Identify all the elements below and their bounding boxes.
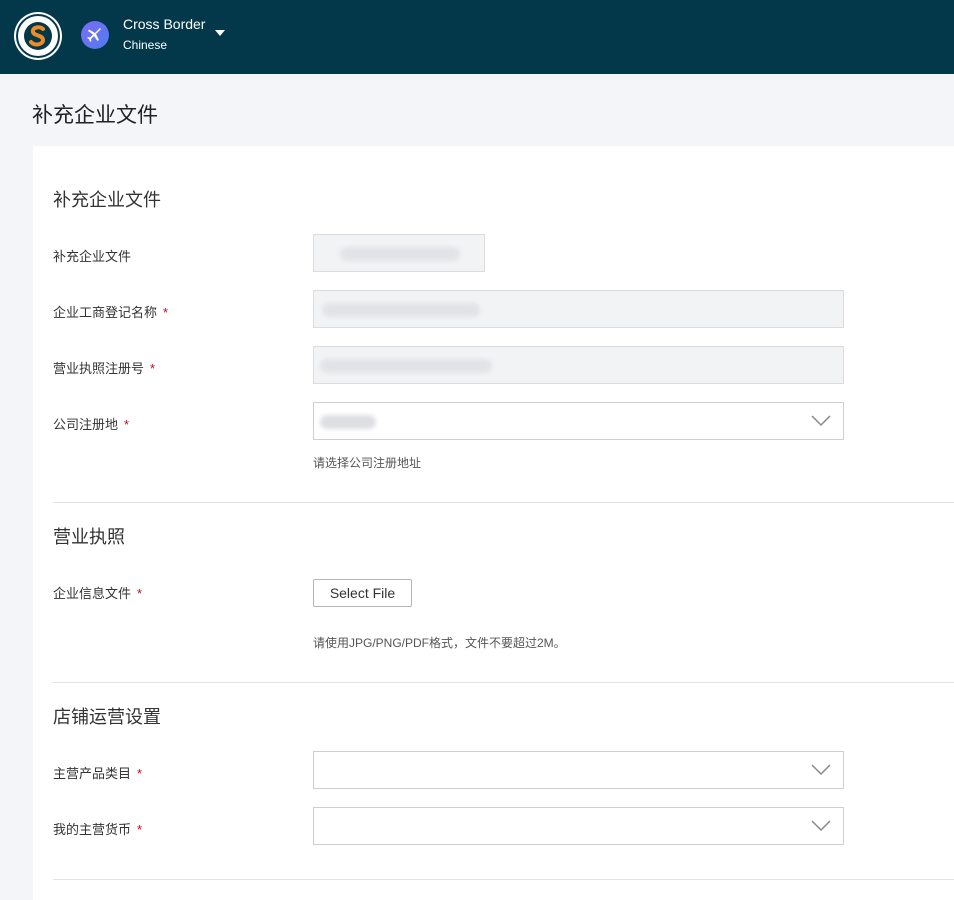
main-category-label: 主营产品类目 * <box>53 763 142 782</box>
required-marker: * <box>150 361 156 376</box>
redacted-value <box>320 415 376 429</box>
page-title: 补充企业文件 <box>32 104 158 127</box>
registration-place-hint: 请选择公司注册地址 <box>313 456 422 470</box>
shop-logo-icon[interactable] <box>16 14 60 58</box>
business-name-label-text: 企业工商登记名称 <box>53 305 158 320</box>
airplane-icon[interactable] <box>81 21 109 49</box>
store-language[interactable]: Chinese <box>123 38 167 52</box>
chevron-down-icon[interactable] <box>811 763 831 777</box>
registration-place-label-text: 公司注册地 <box>53 417 119 432</box>
section-divider <box>53 879 954 880</box>
business-name-field[interactable] <box>313 290 844 328</box>
license-number-label: 营业执照注册号 * <box>53 358 155 377</box>
store-name[interactable]: Cross Border <box>123 16 205 32</box>
license-number-field[interactable] <box>313 346 844 384</box>
redacted-value <box>322 303 480 317</box>
redacted-value <box>320 359 492 373</box>
chevron-down-icon[interactable] <box>811 819 831 833</box>
main-category-label-text: 主营产品类目 <box>53 766 132 781</box>
section-title-company-docs: 补充企业文件 <box>53 190 161 210</box>
section-title-business-license: 营业执照 <box>53 527 125 547</box>
required-marker: * <box>137 586 143 601</box>
section-title-store-settings: 店铺运营设置 <box>53 707 161 727</box>
required-marker: * <box>163 305 169 320</box>
supplement-docs-label-text: 补充企业文件 <box>53 249 132 264</box>
supplement-docs-field[interactable] <box>313 234 485 272</box>
form-card: 补充企业文件 补充企业文件 企业工商登记名称 * 营业执照注册号 * 公司注册地 * … <box>33 146 954 900</box>
main-currency-select[interactable] <box>313 807 844 845</box>
main-currency-label-text: 我的主营货币 <box>53 822 132 837</box>
chevron-down-icon[interactable] <box>811 414 831 428</box>
main-currency-label: 我的主营货币 * <box>53 819 142 838</box>
main-category-select[interactable] <box>313 751 844 789</box>
select-file-button[interactable]: Select File <box>313 579 412 607</box>
chevron-down-icon[interactable] <box>215 30 225 36</box>
required-marker: * <box>124 417 130 432</box>
top-navigation-bar: Cross Border Chinese <box>0 0 954 74</box>
license-number-label-text: 营业执照注册号 <box>53 361 145 376</box>
registration-place-label: 公司注册地 * <box>53 414 129 433</box>
required-marker: * <box>137 766 143 781</box>
section-divider <box>53 502 954 503</box>
registration-place-select[interactable] <box>313 402 844 440</box>
file-format-hint: 请使用JPG/PNG/PDF格式，文件不要超过2M。 <box>313 636 566 650</box>
info-file-label: 企业信息文件 * <box>53 583 142 602</box>
section-divider <box>53 682 954 683</box>
info-file-label-text: 企业信息文件 <box>53 586 132 601</box>
business-name-label: 企业工商登记名称 * <box>53 302 168 321</box>
redacted-value <box>340 247 460 261</box>
supplement-docs-label: 补充企业文件 <box>53 246 131 265</box>
required-marker: * <box>137 822 143 837</box>
